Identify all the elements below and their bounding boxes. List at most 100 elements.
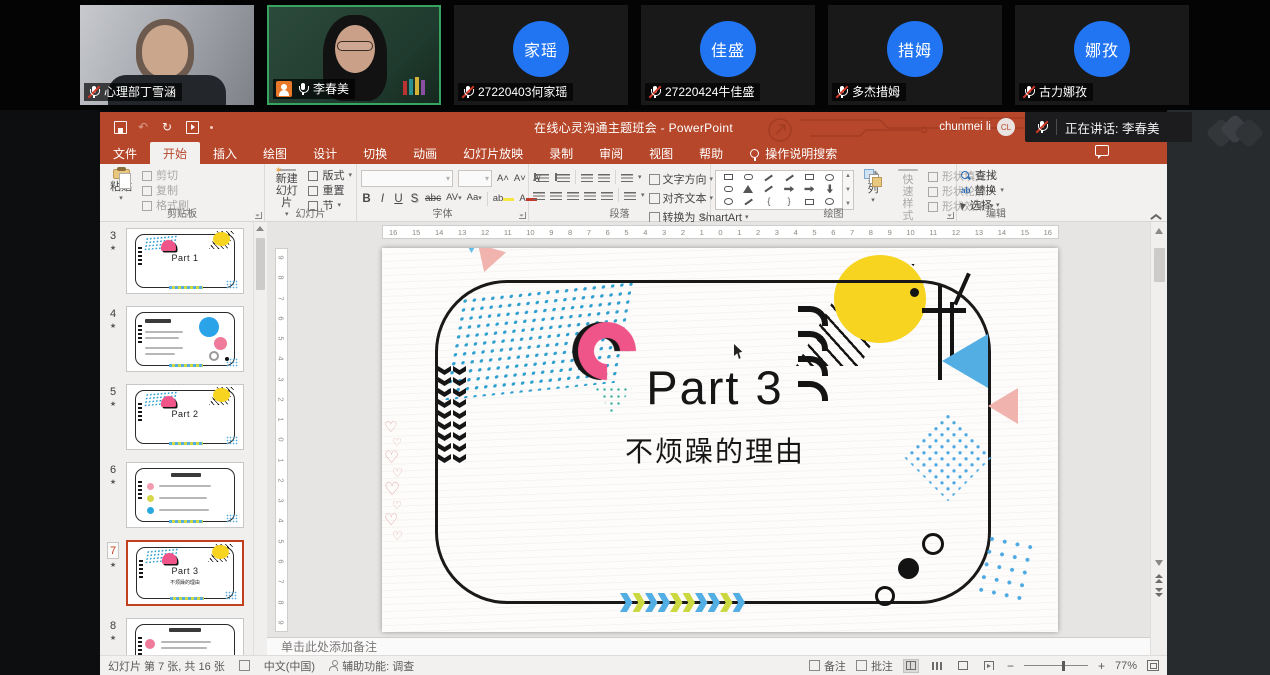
shape-option-icon[interactable] — [724, 174, 733, 180]
bullets-icon[interactable] — [536, 172, 549, 182]
scrollbar-thumb[interactable] — [256, 238, 265, 290]
justify-icon[interactable] — [584, 190, 596, 200]
tab-幻灯片放映[interactable]: 幻灯片放映 — [450, 142, 536, 164]
shape-option-icon[interactable] — [805, 199, 814, 205]
change-case-button[interactable]: Aa▾ — [467, 191, 482, 206]
thumbnail-scrollbar[interactable] — [253, 222, 267, 655]
new-slide-button[interactable]: 新建幻灯片 ▾ — [269, 167, 304, 207]
quick-styles-button[interactable]: 快速样式▾ — [892, 167, 924, 207]
shape-gallery-scroll[interactable]: ▲▼▼ — [843, 170, 854, 210]
collapse-ribbon-icon[interactable] — [1150, 212, 1159, 218]
shape-option-icon[interactable] — [805, 174, 814, 180]
bold-button[interactable]: B — [361, 192, 372, 206]
font-name-select[interactable]: ▾ — [361, 170, 453, 187]
paragraph-dialog-launcher[interactable] — [701, 212, 708, 219]
notes-pane[interactable]: 单击此处添加备注 — [267, 637, 1150, 655]
notes-toggle-button[interactable]: 备注 — [809, 658, 846, 674]
shape-option-icon[interactable] — [827, 184, 833, 193]
next-slide-button[interactable] — [1155, 588, 1164, 596]
paste-button[interactable]: 粘贴 ▾ — [104, 167, 138, 207]
layout-button[interactable]: 版式▾ — [308, 170, 352, 182]
zoom-out-button[interactable]: − — [1007, 659, 1014, 673]
decrease-font-icon[interactable]: A˅ — [514, 172, 526, 186]
fit-slide-to-window-icon[interactable] — [1147, 660, 1159, 671]
participant-tile[interactable]: 心理部丁雪涵 — [80, 5, 254, 105]
zoom-slider[interactable] — [1024, 665, 1088, 667]
increase-indent-icon[interactable] — [598, 172, 610, 182]
shape-option-icon[interactable] — [744, 174, 753, 180]
strikethrough-button[interactable]: abc — [425, 192, 441, 206]
highlight-color-button[interactable]: ab — [493, 192, 515, 206]
slide-thumbnail-4[interactable] — [126, 306, 244, 372]
align-left-icon[interactable] — [533, 190, 545, 200]
tab-设计[interactable]: 设计 — [300, 142, 350, 164]
tab-动画[interactable]: 动画 — [400, 142, 450, 164]
account-area[interactable]: chunmei li CL — [939, 112, 1015, 142]
clipboard-dialog-launcher[interactable] — [255, 212, 262, 219]
tab-插入[interactable]: 插入 — [200, 142, 250, 164]
slide-subtitle[interactable]: 不烦躁的理由 — [435, 430, 995, 470]
shape-option-icon[interactable] — [743, 185, 753, 193]
scroll-down-icon[interactable] — [1155, 560, 1163, 566]
language-indicator[interactable]: 中文(中国) — [264, 658, 315, 674]
find-button[interactable]: 查找 — [961, 170, 1004, 182]
tab-绘图[interactable]: 绘图 — [250, 142, 300, 164]
shape-option-icon[interactable] — [724, 186, 733, 192]
slide-thumbnail-5[interactable]: Part 2 — [126, 384, 244, 450]
align-center-icon[interactable] — [550, 190, 562, 200]
align-right-icon[interactable] — [567, 190, 579, 200]
participant-tile[interactable]: 娜孜古力娜孜 — [1015, 5, 1189, 105]
scrollbar-thumb[interactable] — [1154, 248, 1165, 282]
tab-帮助[interactable]: 帮助 — [686, 142, 736, 164]
decrease-indent-icon[interactable] — [581, 172, 593, 182]
drawing-dialog-launcher[interactable] — [947, 212, 954, 219]
redo-icon[interactable]: ↻ — [162, 121, 175, 134]
scroll-up-icon[interactable] — [256, 226, 264, 231]
slide-thumbnail-3[interactable]: Part 1 — [126, 228, 244, 294]
line-spacing-icon[interactable] — [621, 172, 633, 182]
numbering-icon[interactable] — [557, 172, 570, 182]
slideshow-view-button[interactable] — [981, 659, 997, 673]
replace-button[interactable]: ab替换▾ — [961, 185, 1004, 197]
customize-qat-icon[interactable] — [210, 126, 213, 129]
underline-button[interactable]: U — [393, 192, 404, 206]
slide-thumbnail-6[interactable] — [126, 462, 244, 528]
reset-button[interactable]: 重置 — [308, 185, 352, 197]
arrange-button[interactable]: 排列▾ — [858, 167, 888, 207]
normal-view-button[interactable] — [903, 659, 919, 673]
shape-option-icon[interactable] — [744, 198, 752, 204]
comments-toggle-button[interactable]: 批注 — [856, 658, 893, 674]
zoom-level[interactable]: 77% — [1115, 660, 1137, 672]
italic-button[interactable]: I — [377, 192, 388, 206]
distribute-icon[interactable] — [601, 190, 613, 200]
slide-thumbnail-7[interactable]: Part 3不烦躁的理由 — [126, 540, 244, 606]
save-icon[interactable] — [114, 121, 127, 134]
spellcheck-icon[interactable] — [239, 660, 250, 671]
undo-icon[interactable]: ↶ — [138, 121, 151, 134]
slide-sorter-view-button[interactable] — [929, 659, 945, 673]
current-slide[interactable]: ♡♡♡♡♡♡♡♡ Part 3 不烦躁的理由 — [382, 248, 1058, 632]
increase-font-icon[interactable]: A˄ — [497, 172, 509, 186]
muted-mic-icon[interactable] — [1035, 120, 1048, 134]
participant-tile[interactable]: 措姆多杰措姆 — [828, 5, 1002, 105]
slide-title[interactable]: Part 3 — [435, 360, 995, 415]
shape-gallery[interactable]: {} — [715, 170, 843, 210]
accessibility-status[interactable]: 辅助功能: 调查 — [329, 658, 414, 674]
tab-开始[interactable]: 开始 — [150, 142, 200, 164]
scroll-up-icon[interactable] — [1155, 228, 1163, 234]
shape-option-icon[interactable] — [765, 174, 773, 180]
character-spacing-button[interactable]: AV▾ — [446, 191, 461, 206]
font-size-select[interactable]: ▾ — [458, 170, 492, 187]
shape-option-icon[interactable] — [785, 174, 793, 180]
tell-me-search[interactable]: 操作说明搜索 — [750, 142, 837, 164]
vertical-scrollbar[interactable] — [1150, 222, 1167, 655]
shape-option-icon[interactable] — [825, 174, 834, 181]
tab-切换[interactable]: 切换 — [350, 142, 400, 164]
zoom-slider-thumb[interactable] — [1062, 661, 1066, 671]
reading-view-button[interactable] — [955, 659, 971, 673]
previous-slide-button[interactable] — [1155, 574, 1164, 582]
participant-tile[interactable]: 家瑶27220403何家瑶 — [454, 5, 628, 105]
participant-tile[interactable]: 李春美 — [267, 5, 441, 105]
zoom-in-button[interactable]: + — [1098, 659, 1105, 673]
shape-option-icon[interactable] — [804, 186, 814, 192]
